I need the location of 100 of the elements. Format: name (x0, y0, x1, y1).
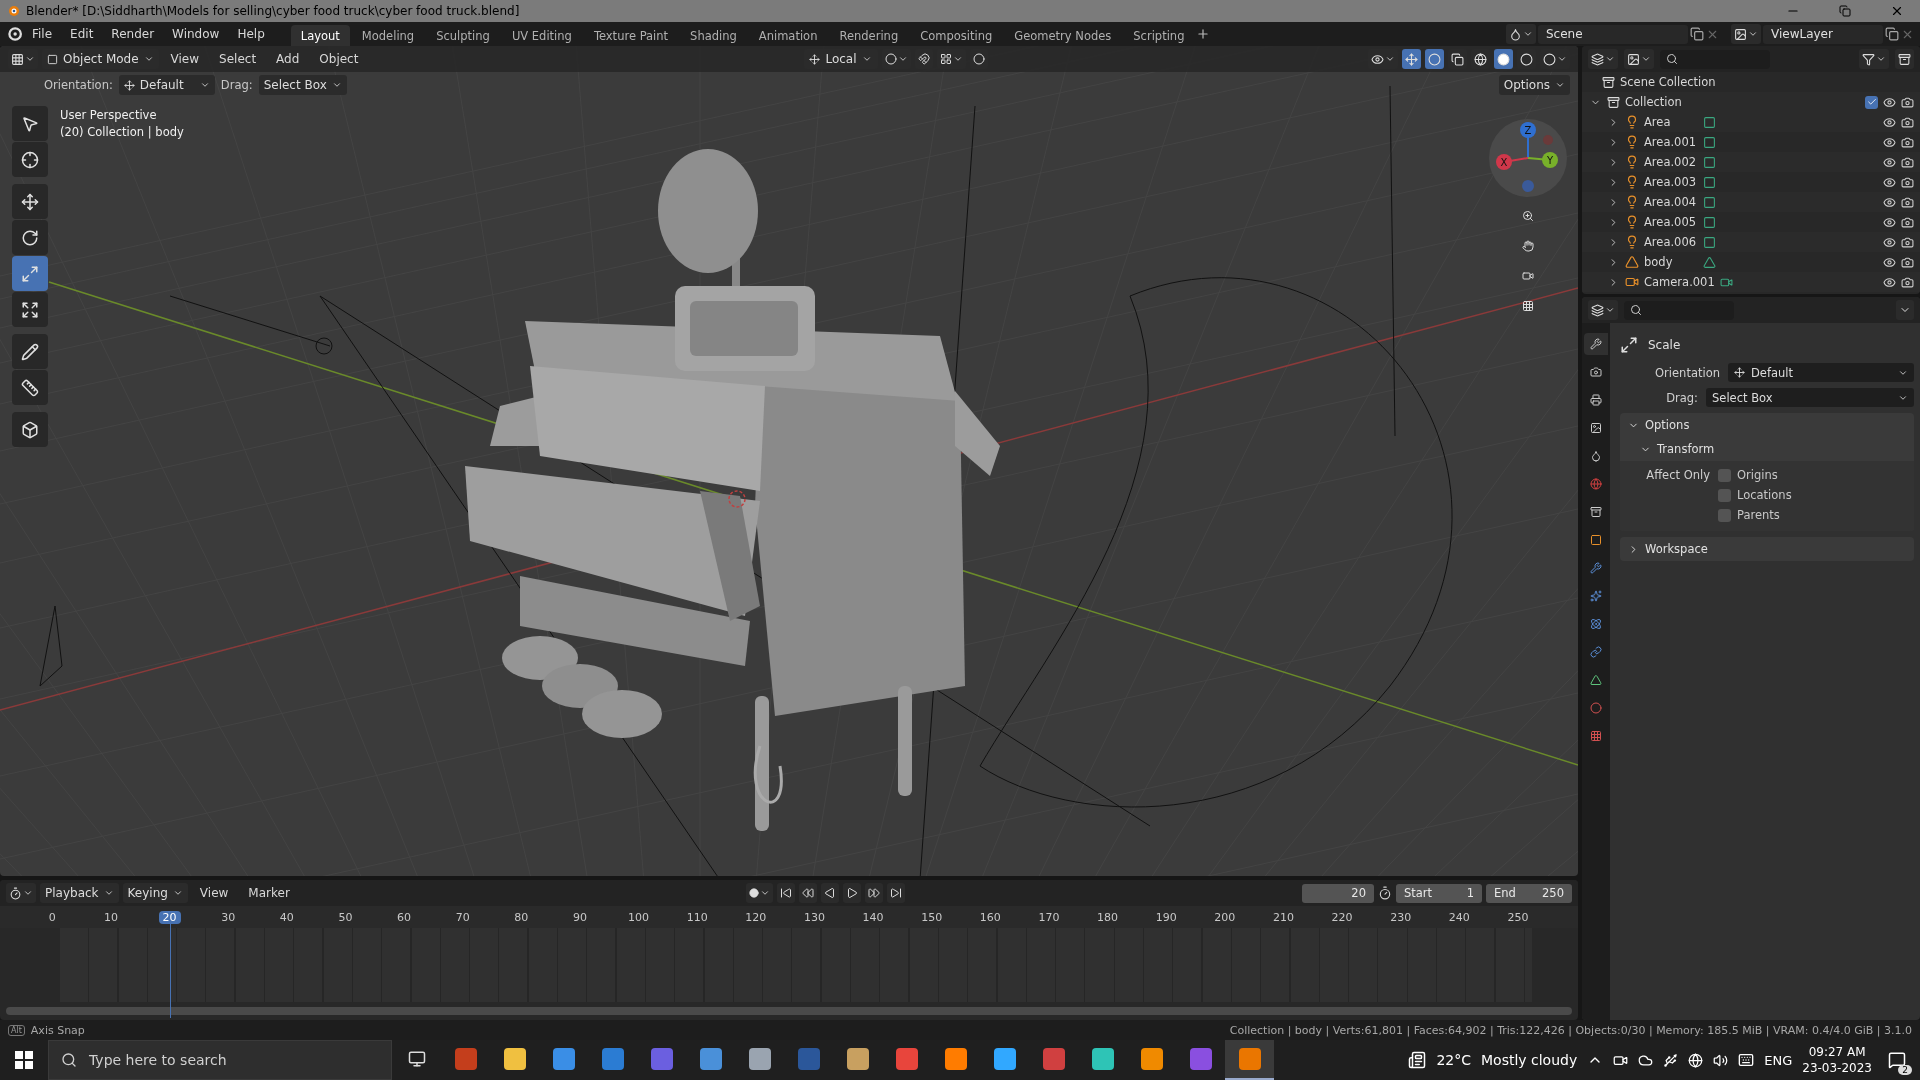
panel-header[interactable]: Workspace (1620, 537, 1914, 561)
frame-tick-label: 100 (627, 910, 651, 924)
frame-tick-label: 180 (1096, 910, 1120, 924)
scene-statistics: Collection | body | Verts:61,801 | Faces:64,902 | Tris:122,426 | Objects:0/30 | Memory: 185.5 MiB | VRAM: 0.4/4.0 GiB | 3.1.0 (1229, 1023, 1912, 1037)
drag-dropdown[interactable]: Select Box (258, 75, 347, 95)
scene-field[interactable]: Scene (1538, 24, 1688, 44)
current-frame-field[interactable]: 20 (1302, 883, 1374, 903)
viewport-info-text: (20) Collection | body (60, 125, 184, 139)
workspace-tab[interactable]: Shading (680, 25, 747, 47)
options-dropdown[interactable]: Options (1498, 75, 1570, 95)
workspace-tab[interactable]: Scripting (1123, 25, 1195, 47)
frame-tick-label: 150 (920, 910, 944, 924)
workspace-tab[interactable]: Geometry Nodes (1004, 25, 1122, 47)
menu-dropdown[interactable]: Keying (122, 883, 188, 903)
workspace-tab[interactable]: Texture Paint (583, 25, 679, 47)
search-placeholder: Type here to search (89, 1052, 227, 1068)
frame-tick-label: 90 (571, 910, 588, 924)
outliner-item[interactable]: Area (1644, 115, 1698, 129)
orientation-label: Orientation (1654, 365, 1720, 380)
view-layer-field[interactable]: ViewLayer (1763, 24, 1883, 44)
outliner-item[interactable]: Camera.001 (1644, 275, 1715, 289)
menu-item[interactable]: View (162, 50, 208, 68)
viewport-info-text: User Perspective (60, 108, 158, 122)
workspace-tab[interactable]: Modeling (351, 25, 425, 47)
menu-item[interactable]: Marker (240, 884, 298, 902)
workspace-tab[interactable]: UV Editing (501, 25, 582, 47)
frame-tick-label: 60 (396, 910, 413, 924)
outliner-item[interactable]: Area.004 (1644, 195, 1698, 209)
frame-tick-label: 140 (861, 910, 885, 924)
outliner-item[interactable]: Area.003 (1644, 175, 1698, 189)
temperature-text: 22°C (1436, 1052, 1471, 1068)
frame-tick-label: 0 (47, 910, 57, 924)
menu-dropdown[interactable]: Playback (40, 883, 119, 903)
outliner-item[interactable]: Area.001 (1644, 135, 1698, 149)
menu-item[interactable]: Object (311, 50, 367, 68)
orientation-label: Orientation: (44, 78, 113, 92)
drag-label: Drag: (1665, 390, 1698, 405)
weather-text: Mostly cloudy (1481, 1052, 1578, 1068)
frame-tick-label: 190 (1154, 910, 1178, 924)
menu-item[interactable]: Window (164, 25, 228, 43)
workspace-tab[interactable]: Sculpting (426, 25, 500, 47)
affect-only-label: Affect Only (1645, 468, 1710, 482)
drag-label: Drag: (220, 78, 253, 92)
window-title: Blender* [D:\Siddharth\Models for selling\cyber food truck\cyber food truck.blend] (26, 4, 521, 18)
key-hint: Alt (8, 1024, 25, 1036)
frame-tick-label: 120 (744, 910, 768, 924)
frame-tick-label: 170 (1037, 910, 1061, 924)
start-frame-field[interactable]: Start 1 (1396, 883, 1482, 903)
frame-tick-label: 70 (454, 910, 471, 924)
checkbox-label: Locations (1737, 488, 1792, 502)
menu-item[interactable]: Edit (62, 25, 102, 43)
subpanel-header[interactable]: Transform (1620, 437, 1723, 461)
clock[interactable]: 09:27 AM 23-03-2023 (1802, 1044, 1872, 1076)
status-hint: Axis Snap (30, 1023, 85, 1037)
drag-dropdown[interactable]: Select Box (1706, 388, 1914, 407)
playhead-frame[interactable]: 20 (158, 910, 181, 924)
date-text: 23-03-2023 (1802, 1060, 1872, 1076)
menu-item[interactable]: View (191, 884, 237, 902)
frame-tick-label: 80 (513, 910, 530, 924)
taskbar-search-field[interactable]: Type here to search (48, 1040, 392, 1080)
menu-item[interactable]: Add (268, 50, 308, 68)
orientation-dropdown[interactable]: Default (1728, 363, 1914, 382)
frame-tick-label: 50 (337, 910, 354, 924)
frame-tick-label: 30 (220, 910, 237, 924)
outliner-item[interactable]: Area.005 (1644, 215, 1698, 229)
language-indicator[interactable]: ENG (1764, 1052, 1793, 1068)
outliner-item[interactable]: body (1644, 255, 1698, 269)
frame-tick-label: 250 (1506, 910, 1530, 924)
workspace-tab[interactable]: Compositing (910, 25, 1003, 47)
frame-tick-label: 210 (1271, 910, 1295, 924)
frame-tick-label: 40 (278, 910, 295, 924)
panel-header[interactable]: Options (1620, 413, 1914, 437)
notification-count: 2 (1898, 1065, 1912, 1075)
frame-tick-label: 160 (978, 910, 1002, 924)
menu-item[interactable]: Render (103, 25, 163, 43)
frame-tick-label: 230 (1389, 910, 1413, 924)
time-text: 09:27 AM (1808, 1044, 1866, 1060)
outliner-item[interactable]: Area.002 (1644, 155, 1698, 169)
frame-tick-label: 130 (802, 910, 826, 924)
checkbox-label: Parents (1737, 508, 1780, 522)
outliner-item[interactable]: Scene Collection (1620, 75, 1716, 89)
end-frame-field[interactable]: End 250 (1486, 883, 1572, 903)
outliner-item[interactable]: Collection (1625, 95, 1682, 109)
frame-tick-label: 220 (1330, 910, 1354, 924)
tool-name: Scale (1648, 338, 1681, 352)
frame-tick-label: 200 (1213, 910, 1237, 924)
navigation-gizmo[interactable]: Z X Y (1488, 118, 1568, 198)
menu-item[interactable]: Select (211, 50, 265, 68)
frame-tick-label: 10 (102, 910, 119, 924)
frame-tick-label: 110 (685, 910, 709, 924)
notifications-button[interactable]: 2 (1882, 1045, 1912, 1075)
menu-item[interactable]: Help (229, 25, 273, 43)
workspace-tab[interactable]: Rendering (829, 25, 909, 47)
checkbox-label: Origins (1737, 468, 1778, 482)
orientation-dropdown[interactable]: Default (118, 75, 215, 95)
workspace-tab[interactable]: Layout (290, 25, 350, 47)
workspace-tab[interactable]: Animation (748, 25, 828, 47)
frame-tick-label: 240 (1447, 910, 1471, 924)
outliner-item[interactable]: Area.006 (1644, 235, 1698, 249)
menu-item[interactable]: File (24, 25, 61, 43)
